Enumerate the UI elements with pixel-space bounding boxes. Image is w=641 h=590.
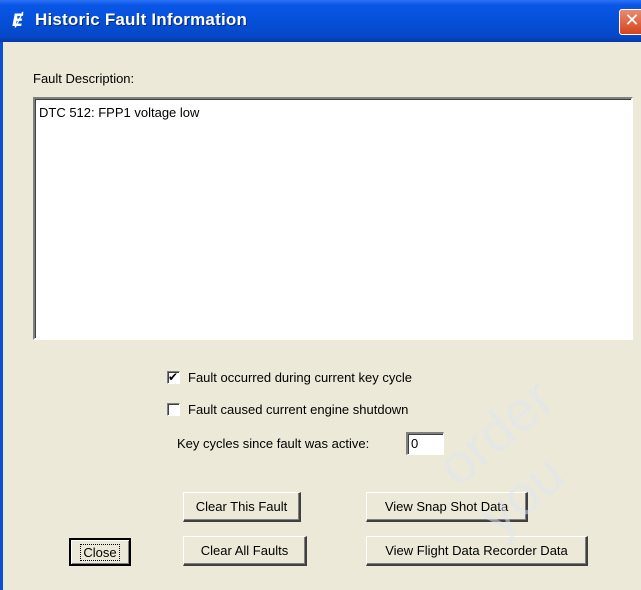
app-logo-icon: Ɇ	[12, 11, 24, 31]
close-button[interactable]: Close	[69, 538, 131, 566]
key-cycles-label: Key cycles since fault was active:	[177, 436, 370, 451]
checkbox-label: Fault caused current engine shutdown	[188, 402, 409, 417]
fault-description-textbox[interactable]: DTC 512: FPP1 voltage low	[33, 97, 633, 340]
checkbox-row-key-cycle[interactable]: ✔ Fault occurred during current key cycl…	[167, 370, 412, 385]
clear-this-fault-button[interactable]: Clear This Fault	[183, 492, 301, 522]
dialog-window: Ɇ Historic Fault Information ✕ Fault Des…	[0, 0, 641, 590]
view-snapshot-button[interactable]: View Snap Shot Data	[366, 492, 528, 522]
close-button-label: Close	[80, 543, 120, 561]
fault-engine-shutdown-checkbox[interactable]	[167, 403, 180, 416]
check-mark-icon: ✔	[168, 370, 179, 384]
checkbox-row-engine-shutdown[interactable]: Fault caused current engine shutdown	[167, 402, 408, 417]
close-window-button[interactable]: ✕	[619, 9, 641, 35]
key-cycles-field[interactable]: 0	[406, 432, 444, 455]
checkbox-label: Fault occurred during current key cycle	[188, 370, 412, 385]
window-title: Historic Fault Information	[35, 10, 248, 29]
fault-description-label: Fault Description:	[33, 71, 135, 86]
title-bar[interactable]: Ɇ Historic Fault Information ✕	[0, 0, 641, 42]
clear-all-faults-button[interactable]: Clear All Faults	[183, 536, 307, 566]
fault-current-key-cycle-checkbox[interactable]: ✔	[167, 370, 180, 384]
view-flight-recorder-button[interactable]: View Flight Data Recorder Data	[366, 536, 588, 566]
